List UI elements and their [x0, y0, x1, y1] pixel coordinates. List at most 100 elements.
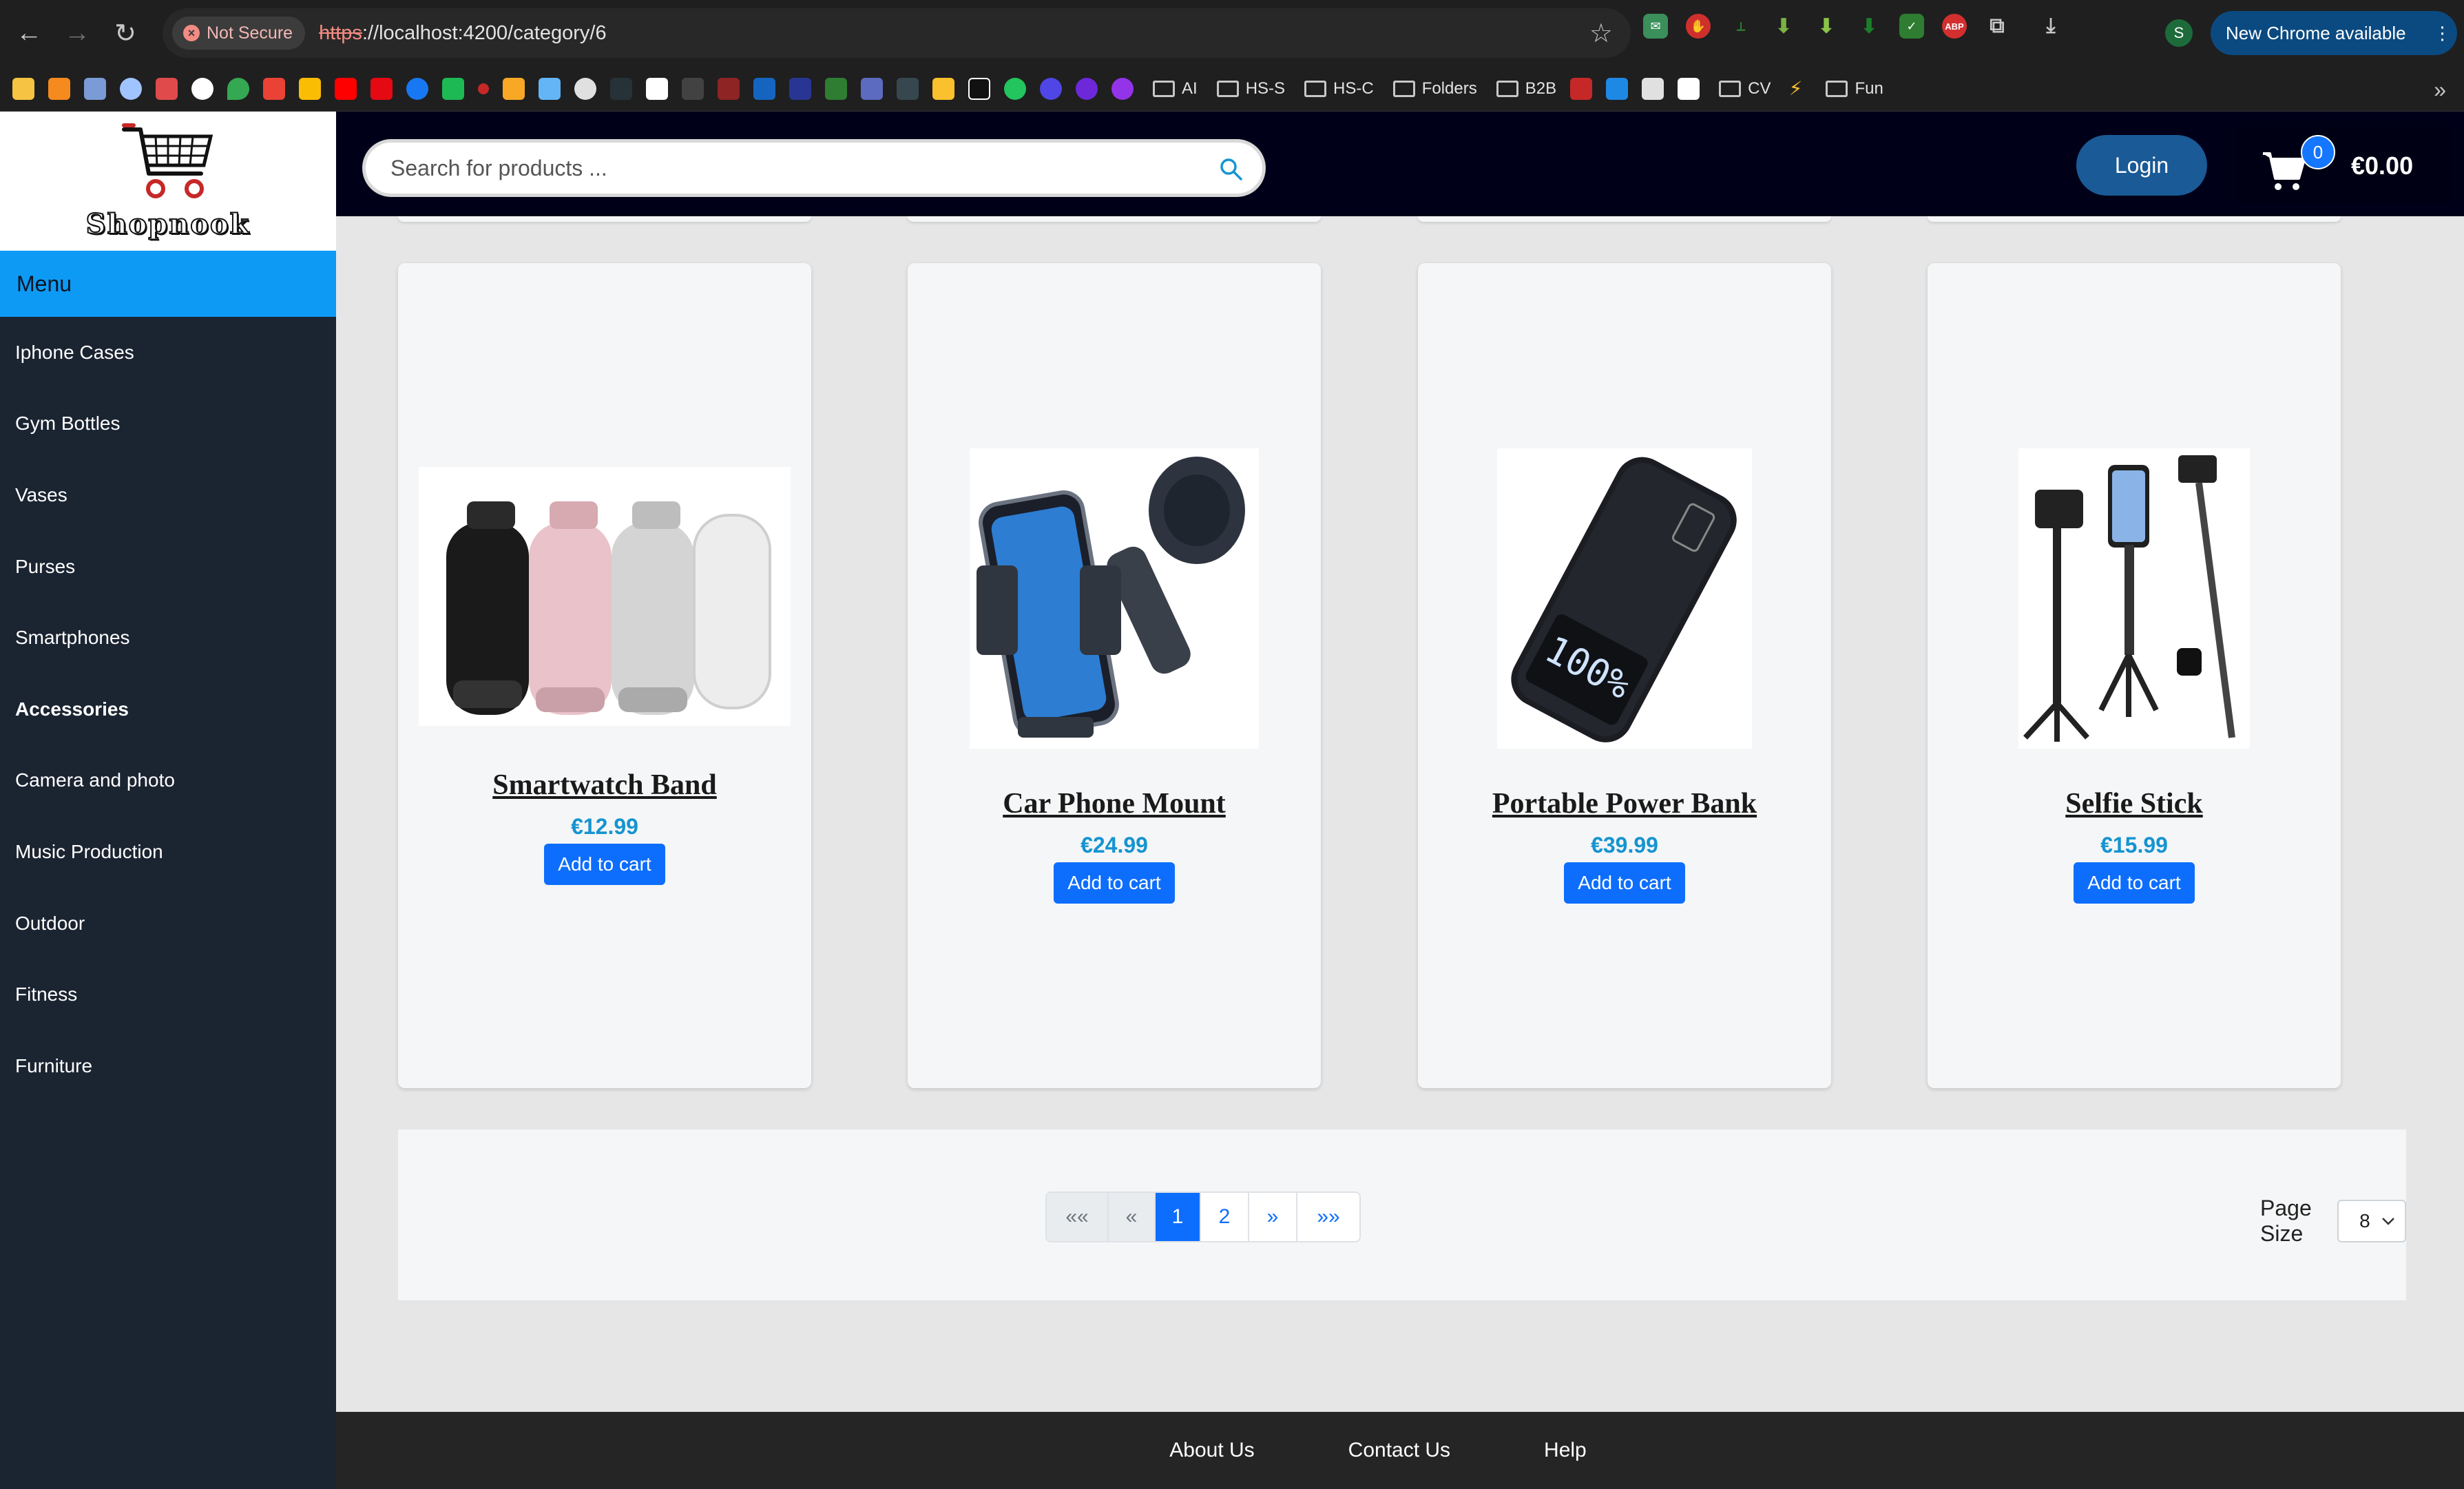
sidebar-item-purses[interactable]: Purses — [0, 531, 336, 603]
bookmark-icon[interactable] — [718, 77, 740, 100]
translate-icon[interactable] — [861, 77, 883, 100]
watch-band-image[interactable] — [419, 466, 791, 726]
maps-icon[interactable] — [227, 77, 249, 100]
bookmark-star-icon[interactable]: ☆ — [1589, 18, 1613, 49]
sidebar-item-outdoor[interactable]: Outdoor — [0, 888, 336, 959]
google-icon[interactable] — [191, 77, 213, 100]
login-button[interactable]: Login — [2076, 135, 2207, 196]
bookmark-folder[interactable]: HS-S — [1216, 79, 1285, 98]
first-page-button[interactable]: «« — [1047, 1193, 1109, 1241]
sidebar-item-iphone-cases[interactable]: Iphone Cases — [0, 317, 336, 388]
bookmark-icon[interactable] — [12, 77, 34, 100]
bookmark-icon[interactable] — [1111, 77, 1134, 100]
extension-mail-icon[interactable]: ✉ — [1643, 14, 1668, 39]
bookmark-folder[interactable]: CV — [1719, 79, 1771, 98]
logo[interactable]: Shopnook — [0, 112, 336, 251]
sidebar-item-vases[interactable]: Vases — [0, 459, 336, 531]
address-bar[interactable]: × Not Secure https://localhost:4200/cate… — [163, 8, 1631, 58]
add-to-cart-button[interactable]: Add to cart — [1564, 862, 1685, 904]
footer-link-about-us[interactable]: About Us — [1169, 1439, 1254, 1462]
bookmark-folder[interactable]: HS-C — [1304, 79, 1374, 98]
bookmark-icon[interactable] — [897, 77, 919, 100]
next-page-button[interactable]: » — [1249, 1193, 1297, 1241]
bolt-icon[interactable]: ⚡ — [1784, 78, 1806, 100]
sidebar-item-music-production[interactable]: Music Production — [0, 816, 336, 888]
bookmark-icon[interactable] — [789, 77, 811, 100]
bookmark-icon[interactable] — [932, 77, 954, 100]
search-icon[interactable] — [1218, 156, 1244, 183]
facebook-icon[interactable] — [406, 77, 428, 100]
extension-stop-icon[interactable]: ✋ — [1686, 14, 1711, 39]
bookmark-icon[interactable] — [539, 77, 561, 100]
add-to-cart-button[interactable]: Add to cart — [1054, 862, 1175, 904]
sidebar-item-fitness[interactable]: Fitness — [0, 959, 336, 1030]
extension-arrow-icon[interactable]: ⬇ — [1857, 14, 1881, 39]
product-name[interactable]: Portable Power Bank — [1492, 787, 1757, 820]
bookmark-folder[interactable]: B2B — [1496, 79, 1556, 98]
magnifier-icon[interactable] — [574, 77, 596, 100]
page-1-button[interactable]: 1 — [1156, 1193, 1201, 1241]
bookmark-icon[interactable] — [646, 77, 668, 100]
extension-leaf-icon[interactable]: ⟂ — [1729, 14, 1753, 39]
bookmark-icon[interactable] — [968, 77, 990, 100]
last-page-button[interactable]: »» — [1297, 1193, 1359, 1241]
url-text[interactable]: https://localhost:4200/category/6 — [319, 22, 607, 45]
gmail-icon[interactable] — [263, 77, 285, 100]
bookmark-icon[interactable] — [1076, 77, 1098, 100]
extensions-puzzle-icon[interactable]: ⧉ — [1985, 14, 2009, 39]
page-2-button[interactable]: 2 — [1201, 1193, 1249, 1241]
drive-icon[interactable] — [299, 77, 321, 100]
bookmark-icon[interactable] — [503, 77, 525, 100]
add-to-cart-button[interactable]: Add to cart — [2074, 862, 2195, 904]
bookmark-icon[interactable] — [753, 77, 775, 100]
sidebar-item-furniture[interactable]: Furniture — [0, 1030, 336, 1102]
sidebar-item-accessories[interactable]: Accessories — [0, 674, 336, 745]
previous-page-button[interactable]: « — [1109, 1193, 1156, 1241]
bookmark-icon[interactable] — [1570, 77, 1593, 100]
bookmark-icon[interactable] — [1678, 77, 1700, 100]
extension-adblock-icon[interactable]: ABP — [1942, 14, 1967, 39]
bookmark-icon[interactable] — [1004, 77, 1026, 100]
profile-avatar[interactable]: S — [2165, 19, 2193, 47]
bookmark-icon[interactable] — [442, 77, 464, 100]
youtube-icon[interactable] — [335, 77, 357, 100]
footer-link-contact-us[interactable]: Contact Us — [1348, 1439, 1450, 1462]
bookmark-icon[interactable] — [156, 77, 178, 100]
product-name[interactable]: Selfie Stick — [2065, 787, 2202, 820]
reload-icon[interactable]: ↻ — [106, 14, 145, 52]
netflix-icon[interactable] — [370, 77, 393, 100]
search-input[interactable] — [390, 155, 1203, 181]
bookmarks-overflow-icon[interactable]: » — [2434, 77, 2446, 103]
page-size-select[interactable]: 8 — [2337, 1200, 2406, 1242]
bookmark-folder[interactable]: AI — [1153, 79, 1198, 98]
chrome-update-button[interactable]: New Chrome available ⋮ — [2211, 11, 2457, 55]
sidebar-item-camera-and-photo[interactable]: Camera and photo — [0, 745, 336, 817]
sidebar-item-smartphones[interactable]: Smartphones — [0, 602, 336, 674]
bookmark-icon[interactable] — [610, 77, 632, 100]
power-bank-image[interactable]: 100% — [1497, 448, 1752, 749]
product-name[interactable]: Smartwatch Band — [492, 769, 717, 802]
extension-shield-icon[interactable]: ✓ — [1899, 14, 1924, 39]
downloads-icon[interactable]: ⤓ — [2038, 14, 2063, 39]
cart-button[interactable]: 0 €0.00 — [2237, 127, 2450, 202]
extension-download2-icon[interactable]: ⬇ — [1814, 14, 1839, 39]
sidebar-item-gym-bottles[interactable]: Gym Bottles — [0, 388, 336, 460]
bookmark-icon[interactable] — [1642, 77, 1664, 100]
bookmark-icon[interactable] — [48, 77, 70, 100]
bookmark-icon[interactable] — [825, 77, 847, 100]
bookmark-folder[interactable]: Fun — [1826, 79, 1883, 98]
bookmark-icon[interactable] — [1606, 77, 1629, 100]
bookmark-folder[interactable]: Folders — [1392, 79, 1477, 98]
bookmark-icon[interactable] — [478, 83, 489, 94]
car-mount-image[interactable] — [970, 448, 1259, 749]
back-icon[interactable]: ← — [10, 14, 48, 52]
security-indicator[interactable]: × Not Secure — [172, 17, 306, 50]
bookmark-icon[interactable] — [1040, 77, 1062, 100]
footer-link-help[interactable]: Help — [1544, 1439, 1587, 1462]
forward-icon[interactable]: → — [58, 14, 96, 52]
bookmark-icon[interactable] — [120, 77, 142, 100]
add-to-cart-button[interactable]: Add to cart — [544, 843, 665, 885]
selfie-stick-image[interactable] — [2018, 448, 2250, 749]
bookmark-icon[interactable] — [682, 77, 704, 100]
product-name[interactable]: Car Phone Mount — [1003, 787, 1226, 820]
